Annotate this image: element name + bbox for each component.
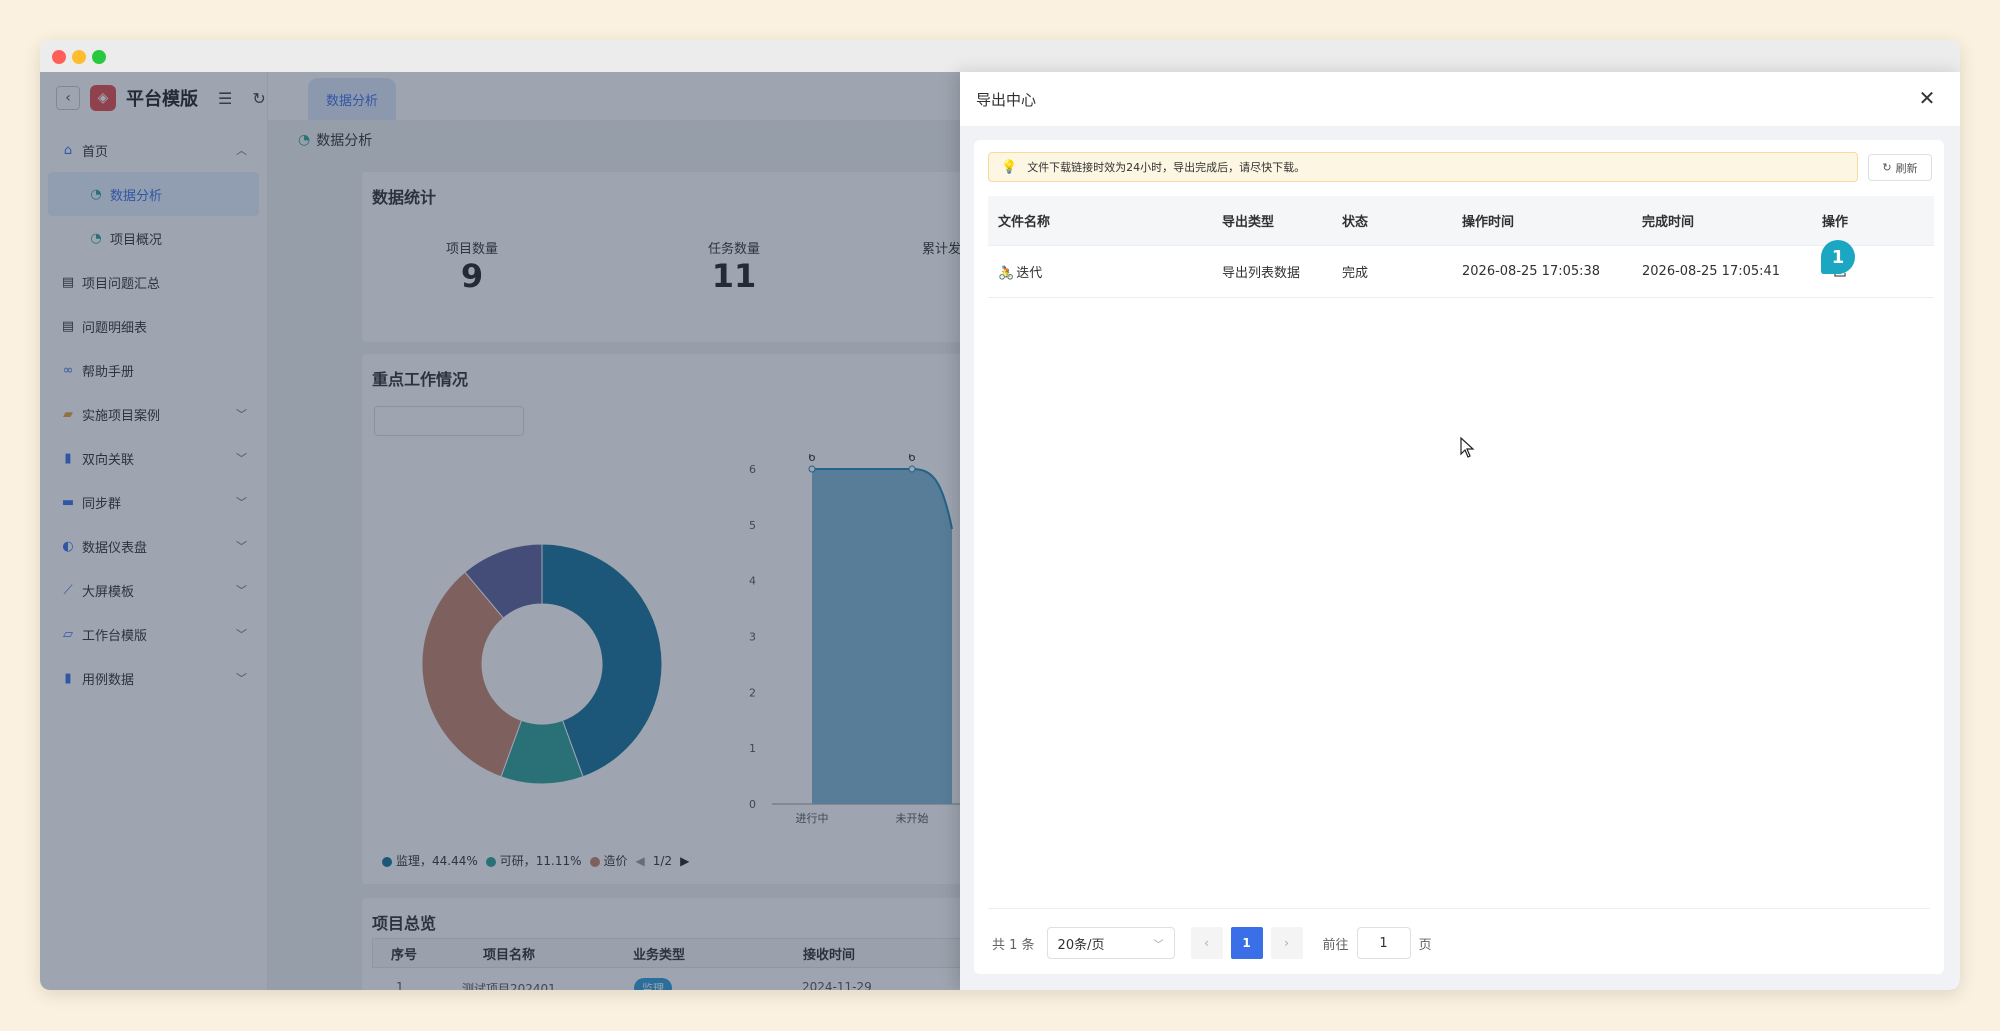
chevron-down-icon: ﹀ <box>1153 939 1164 951</box>
col-op-time: 操作时间 <box>1462 215 1515 230</box>
page-number-button[interactable]: 1 <box>1230 927 1263 959</box>
total-count: 共 1 条 <box>992 937 1035 953</box>
page-size-select[interactable]: 20条/页 ﹀ <box>1046 927 1175 959</box>
goto-suffix: 页 <box>1418 937 1432 953</box>
alert-text: 文件下载链接时效为24小时，导出完成后，请尽快下载。 <box>1027 161 1306 174</box>
prev-page-button[interactable]: ‹ <box>1190 927 1223 959</box>
file-name-text: 迭代 <box>1016 266 1043 281</box>
close-window-button[interactable] <box>52 50 66 64</box>
zoom-window-button[interactable] <box>92 50 106 64</box>
info-alert: 💡 文件下载链接时效为24小时，导出完成后，请尽快下载。 <box>988 152 1858 182</box>
close-icon[interactable]: ✕ <box>1916 88 1938 110</box>
cell-export-type: 导出列表数据 <box>1222 266 1301 281</box>
pager-divider <box>988 908 1930 909</box>
step-marker-badge: 1 <box>1821 240 1855 274</box>
goto-page-input[interactable] <box>1356 927 1411 959</box>
cell-op-time: 2026-08-25 17:05:38 <box>1462 264 1601 279</box>
app-window: ‹ ◈ 平台模版 ☰ ↻ ⌂ 首页 ︿ ◔ 数据分析 ◔ 项目概况 ▤ 项目问题… <box>40 40 1960 990</box>
col-file-name: 文件名称 <box>998 215 1051 230</box>
col-status: 状态 <box>1342 215 1369 230</box>
refresh-button[interactable]: ↻ 刷新 <box>1868 154 1932 181</box>
cell-file-name: 🚴 迭代 <box>998 262 1042 281</box>
drawer-title: 导出中心 <box>976 90 1037 109</box>
pagination: 共 1 条 20条/页 ﹀ ‹ 1 › 前往 页 <box>992 926 1432 960</box>
col-export-type: 导出类型 <box>1222 215 1275 230</box>
drawer-header: 导出中心 ✕ <box>960 72 1960 126</box>
table-header: 文件名称 导出类型 状态 操作时间 完成时间 操作 <box>988 196 1934 246</box>
page-size-value: 20条/页 <box>1057 937 1105 953</box>
table-row: 🚴 迭代 导出列表数据 完成 2026-08-25 17:05:38 2026-0… <box>988 246 1934 298</box>
next-page-button[interactable]: › <box>1270 927 1303 959</box>
cell-status: 完成 <box>1342 266 1369 281</box>
refresh-icon: ↻ <box>1882 161 1892 174</box>
col-action: 操作 <box>1822 215 1849 230</box>
file-type-icon: 🚴 <box>998 266 1015 281</box>
export-center-drawer: 导出中心 ✕ 💡 文件下载链接时效为24小时，导出完成后，请尽快下载。 ↻ 刷新… <box>960 72 1960 990</box>
export-table: 文件名称 导出类型 状态 操作时间 完成时间 操作 🚴 迭代 导出列表数据 完成 … <box>988 196 1934 298</box>
col-done-time: 完成时间 <box>1642 215 1695 230</box>
refresh-label: 刷新 <box>1895 161 1918 175</box>
goto-label: 前往 <box>1322 937 1349 953</box>
mouse-cursor-icon <box>1460 437 1475 458</box>
lightbulb-icon: 💡 <box>1001 159 1018 175</box>
drawer-body: 💡 文件下载链接时效为24小时，导出完成后，请尽快下载。 ↻ 刷新 文件名称 导… <box>974 140 1944 974</box>
cell-done-time: 2026-08-25 17:05:41 <box>1642 264 1781 279</box>
window-titlebar <box>40 40 1960 72</box>
minimize-window-button[interactable] <box>72 50 86 64</box>
